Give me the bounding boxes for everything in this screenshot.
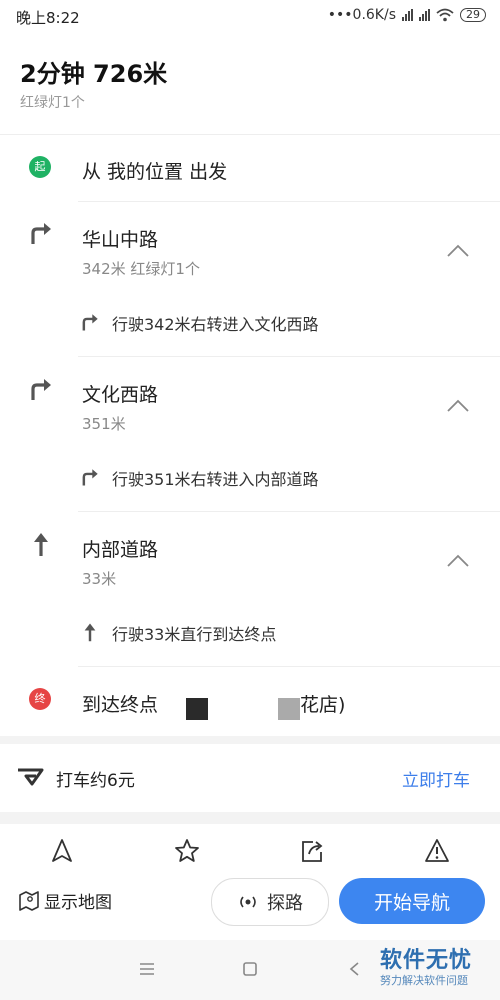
turn-right-icon xyxy=(31,379,51,400)
watermark-title: 软件无忧 xyxy=(380,948,473,973)
step-detail: 行驶351米右转进入内部道路 xyxy=(112,470,319,489)
battery-icon: 29 xyxy=(460,8,486,22)
divider xyxy=(78,356,500,357)
section-divider xyxy=(0,736,500,744)
chevron-up-icon[interactable] xyxy=(447,399,469,413)
navigate-icon[interactable] xyxy=(49,838,75,864)
map-pin-icon xyxy=(19,890,39,911)
end-badge: 终 xyxy=(29,688,51,710)
taxi-logo-icon xyxy=(18,768,44,786)
probe-label: 探路 xyxy=(267,893,303,914)
start-text: 从 我的位置 出发 xyxy=(82,161,228,183)
redacted-block xyxy=(186,698,208,720)
show-map-label: 显示地图 xyxy=(44,893,112,913)
turn-right-icon xyxy=(82,314,98,331)
chevron-up-icon[interactable] xyxy=(447,244,469,258)
status-indicators: •••0.6K/s 29 xyxy=(328,7,486,23)
signal-icon xyxy=(402,9,413,21)
step-meta: 342米 红绿灯1个 xyxy=(82,260,200,278)
step-road-name: 华山中路 xyxy=(82,229,159,251)
back-icon[interactable] xyxy=(348,961,360,977)
route-summary-title: 2分钟 726米 xyxy=(20,60,168,88)
chevron-up-icon[interactable] xyxy=(447,554,469,568)
turn-right-icon xyxy=(82,469,98,486)
signal-wave-icon xyxy=(240,896,256,908)
divider xyxy=(0,134,500,135)
status-bar: 晚上8:22 •••0.6K/s 29 xyxy=(0,0,500,34)
home-icon[interactable] xyxy=(242,961,258,977)
redacted-block xyxy=(278,698,300,720)
start-badge: 起 xyxy=(29,156,51,178)
star-icon[interactable] xyxy=(174,838,200,864)
step-detail: 行驶342米右转进入文化西路 xyxy=(112,315,319,334)
end-text: 到达终点 xyxy=(82,694,159,716)
end-text-tail: 花店) xyxy=(300,694,346,716)
step-detail: 行驶33米直行到达终点 xyxy=(112,625,277,644)
step-road-name: 文化西路 xyxy=(82,384,159,406)
straight-icon xyxy=(84,623,96,642)
signal-icon xyxy=(419,9,430,21)
probe-route-button[interactable]: 探路 xyxy=(211,878,329,926)
wifi-icon xyxy=(436,8,454,22)
warning-icon[interactable] xyxy=(424,838,450,864)
share-icon[interactable] xyxy=(299,838,325,864)
network-speed: •••0.6K/s xyxy=(327,7,396,23)
watermark-subtitle: 努力解决软件问题 xyxy=(380,974,468,987)
divider xyxy=(78,666,500,667)
divider xyxy=(78,201,500,202)
taxi-fare: 打车约6元 xyxy=(56,771,135,791)
show-map-button[interactable]: 显示地图 xyxy=(18,888,112,913)
route-summary-lights: 红绿灯1个 xyxy=(20,95,85,111)
divider xyxy=(78,511,500,512)
call-taxi-button[interactable]: 立即打车 xyxy=(402,766,470,791)
start-navigation-button[interactable]: 开始导航 xyxy=(339,878,485,924)
menu-icon[interactable] xyxy=(138,962,156,976)
section-divider xyxy=(0,812,500,824)
step-meta: 351米 xyxy=(82,415,126,433)
turn-right-icon xyxy=(31,223,51,244)
step-road-name: 内部道路 xyxy=(82,539,159,561)
step-meta: 33米 xyxy=(82,570,117,588)
status-time: 晚上8:22 xyxy=(16,9,80,27)
straight-icon xyxy=(34,533,48,556)
